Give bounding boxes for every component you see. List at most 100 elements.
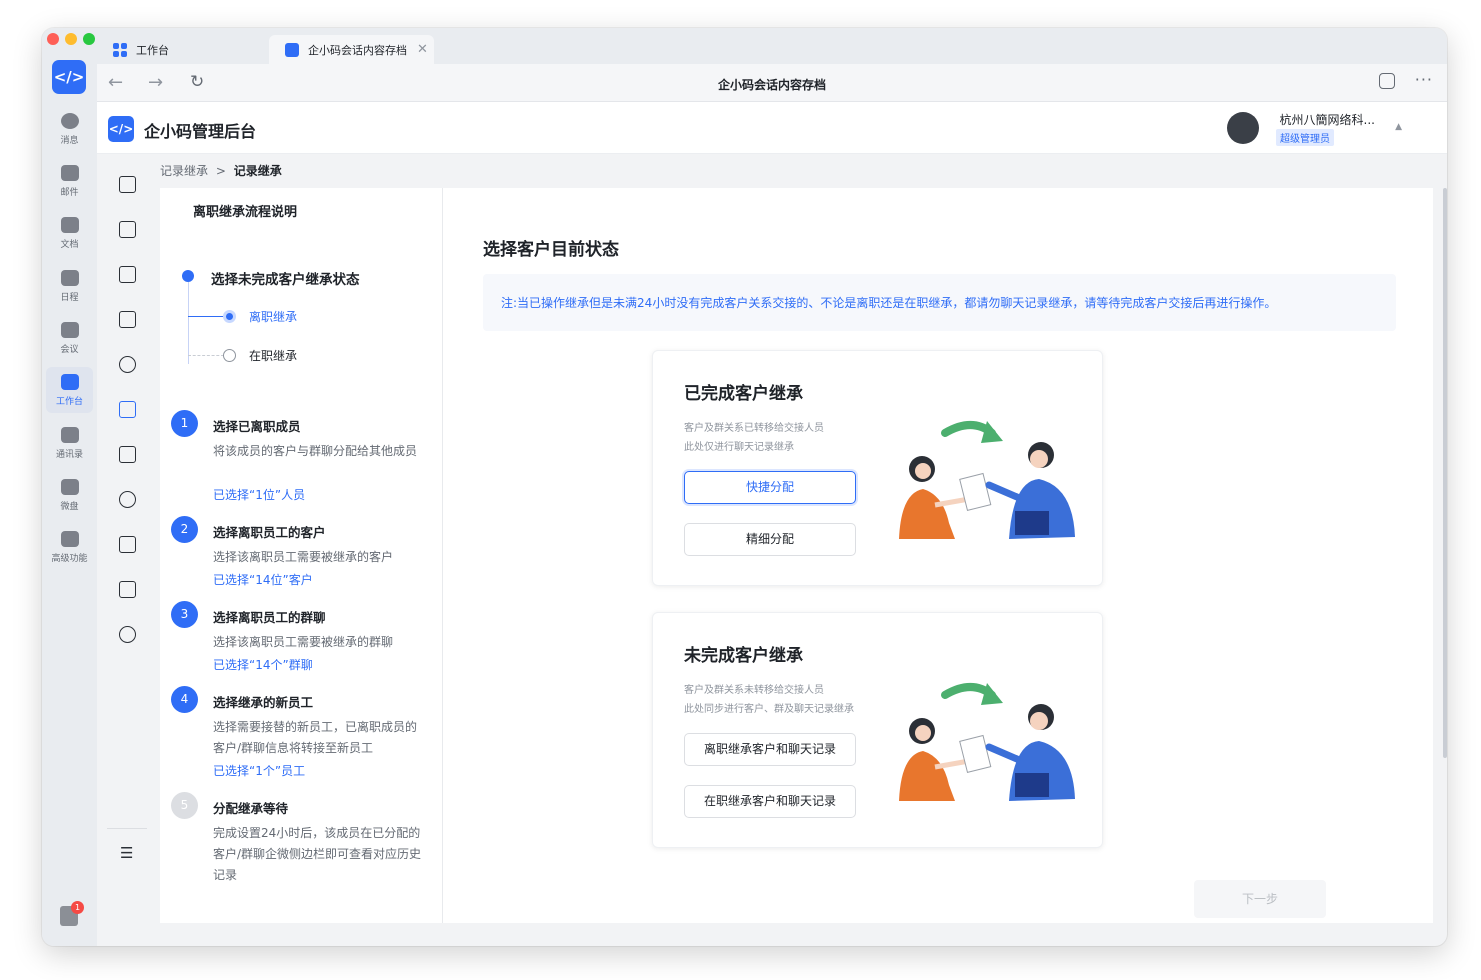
step-number: 3 — [171, 601, 198, 628]
step-title: 选择已离职成员 — [213, 419, 301, 434]
role-badge: 超级管理员 — [1276, 129, 1334, 146]
step-selection[interactable]: 已选择“1位”人员 — [213, 486, 305, 503]
app-logo-icon — [285, 42, 299, 57]
settings-hexagon-icon[interactable] — [1379, 73, 1395, 89]
breadcrumb-current: 记录继承 — [233, 164, 282, 178]
shield-check-icon[interactable] — [119, 311, 136, 328]
bell-icon[interactable] — [119, 356, 136, 373]
rail-item-calendar[interactable]: 日程 — [46, 263, 93, 309]
next-step-button[interactable]: 下一步 — [1194, 880, 1326, 918]
settings-icon[interactable] — [119, 626, 136, 643]
rail-item-mail[interactable]: 邮件 — [46, 158, 93, 204]
admin-title: 企小码管理后台 — [144, 122, 257, 141]
rail-item-workbench[interactable]: 工作台 — [46, 367, 93, 413]
app-rail: </> 消息 邮件 文档 日程 会议 工作台 通讯录 微盘 高级功能 1 — [42, 28, 97, 946]
completed-inherit-card: 已完成客户继承 客户及群关系已转移给交接人员 此处仅进行聊天记录继承 快捷分配 … — [652, 350, 1103, 586]
window-controls — [47, 33, 95, 45]
breadcrumb-separator: > — [215, 164, 226, 178]
radio-resigned[interactable] — [223, 310, 236, 323]
tab-workbench[interactable]: 工作台 — [97, 35, 257, 64]
fine-assign-button[interactable]: 精细分配 — [684, 523, 856, 556]
file-lock-icon[interactable] — [119, 581, 136, 598]
step-desc: 选择需要接替的新员工，已离职成员的客户/群聊信息将转接至新员工 — [213, 720, 418, 755]
page-title: 企小码会话内容存档 — [717, 78, 826, 92]
tree-line — [188, 355, 224, 356]
step-number: 5 — [171, 792, 198, 819]
step-desc: 完成设置24小时后，该成员在已分配的客户/群聊企微侧边栏即可查看对应历史记录 — [213, 826, 422, 882]
step-number: 1 — [171, 410, 198, 437]
chat-bubble-icon — [60, 112, 79, 129]
step-selection[interactable]: 已选择“1个”员工 — [213, 762, 305, 779]
notice-banner: 注:当已操作继承但是未满24小时没有完成客户关系交接的、不论是离职还是在职继承，… — [483, 274, 1396, 331]
steps-title: 离职继承流程说明 — [193, 205, 298, 220]
uncompleted-inherit-card: 未完成客户继承 客户及群关系未转移给交接人员 此处同步进行客户、群及聊天记录继承… — [652, 612, 1103, 848]
tab-archive[interactable]: 企小码会话内容存档 ✕ — [269, 35, 434, 64]
handover-illustration — [899, 421, 1075, 539]
main-panel: 离职继承流程说明 选择未完成客户继承状态 离职继承 在职继承 1 选择已离职成员… — [160, 188, 1433, 923]
mail-icon — [60, 164, 79, 181]
step-selection[interactable]: 已选择“14位”客户 — [213, 571, 313, 588]
tab-bar: 工作台 企小码会话内容存档 ✕ — [97, 28, 1447, 64]
card-desc: 客户及群关系未转移给交接人员 此处同步进行客户、群及聊天记录继承 — [684, 685, 854, 715]
book-icon[interactable] — [119, 266, 136, 283]
step-desc: 将该成员的客户与群聊分配给其他成员 — [213, 444, 418, 458]
rail-item-docs[interactable]: 文档 — [46, 210, 93, 256]
breadcrumb-parent[interactable]: 记录继承 — [160, 164, 208, 178]
handover-illustration — [899, 683, 1075, 801]
step-number: 4 — [171, 686, 198, 713]
radio-label-resigned[interactable]: 离职继承 — [249, 308, 297, 325]
close-window-button[interactable] — [47, 33, 59, 45]
card-title: 未完成客户继承 — [684, 646, 803, 666]
workbench-grid-icon — [60, 373, 79, 390]
close-tab-icon[interactable]: ✕ — [417, 42, 428, 57]
onjob-inherit-button[interactable]: 在职继承客户和聊天记录 — [684, 785, 856, 818]
rail-item-advanced[interactable]: 高级功能 — [46, 524, 93, 570]
hierarchy-icon[interactable] — [119, 536, 136, 553]
minimize-window-button[interactable] — [65, 33, 77, 45]
admin-logo-icon: </> — [108, 116, 134, 142]
more-icon[interactable]: ··· — [1415, 70, 1433, 89]
chat-search-icon[interactable] — [119, 491, 136, 508]
step-title: 选择离职员工的客户 — [213, 525, 326, 540]
breadcrumb: 记录继承 > 记录继承 — [160, 162, 282, 179]
quick-assign-button[interactable]: 快捷分配 — [684, 471, 856, 504]
chart-icon[interactable] — [119, 446, 136, 463]
steps-pane: 离职继承流程说明 选择未完成客户继承状态 离职继承 在职继承 1 选择已离职成员… — [160, 188, 443, 923]
company-name[interactable]: 杭州八簡网络科... — [1280, 111, 1375, 128]
step-number: 2 — [171, 516, 198, 543]
radio-label-onjob[interactable]: 在职继承 — [249, 347, 297, 364]
radio-onjob[interactable] — [223, 349, 236, 362]
rail-item-contacts[interactable]: 通讯录 — [46, 420, 93, 466]
rail-item-meeting[interactable]: 会议 — [46, 315, 93, 361]
tree-line — [188, 316, 224, 317]
status-dot — [182, 270, 194, 282]
app-logo-icon[interactable]: </> — [52, 60, 86, 94]
avatar[interactable] — [1227, 112, 1259, 144]
maximize-window-button[interactable] — [83, 33, 95, 45]
app-window: </> 消息 邮件 文档 日程 会议 工作台 通讯录 微盘 高级功能 1 工作台… — [42, 28, 1447, 946]
step-desc: 选择该离职员工需要被继承的客户 — [213, 550, 394, 564]
status-title: 选择未完成客户继承状态 — [211, 272, 360, 288]
rail-item-drive[interactable]: 微盘 — [46, 472, 93, 518]
building-icon[interactable] — [119, 176, 136, 193]
sparkle-icon — [60, 530, 79, 547]
step-desc: 选择该离职员工需要被继承的群聊 — [213, 635, 394, 649]
rail-item-messages[interactable]: 消息 — [46, 106, 93, 152]
card-title: 已完成客户继承 — [684, 384, 803, 404]
step-selection[interactable]: 已选择“14个”群聊 — [213, 656, 313, 673]
drive-icon — [60, 478, 79, 495]
meeting-icon — [60, 321, 79, 338]
step-title: 选择继承的新员工 — [213, 695, 314, 710]
collapse-menu-icon[interactable]: ☰ — [120, 844, 133, 862]
sidebar-divider — [107, 828, 147, 829]
folder-icon[interactable] — [119, 221, 136, 238]
notification-icon[interactable]: 1 — [60, 901, 84, 926]
calendar-icon — [60, 269, 79, 286]
chevron-up-icon[interactable]: ▲ — [1395, 122, 1402, 132]
document-icon — [60, 216, 79, 233]
app-header: </> 企小码管理后台 杭州八簡网络科... 超级管理员 ▲ — [97, 102, 1447, 154]
resigned-inherit-button[interactable]: 离职继承客户和聊天记录 — [684, 733, 856, 766]
scrollbar[interactable] — [1443, 188, 1447, 758]
org-chart-icon — [60, 426, 79, 443]
record-inherit-icon[interactable] — [119, 401, 136, 418]
